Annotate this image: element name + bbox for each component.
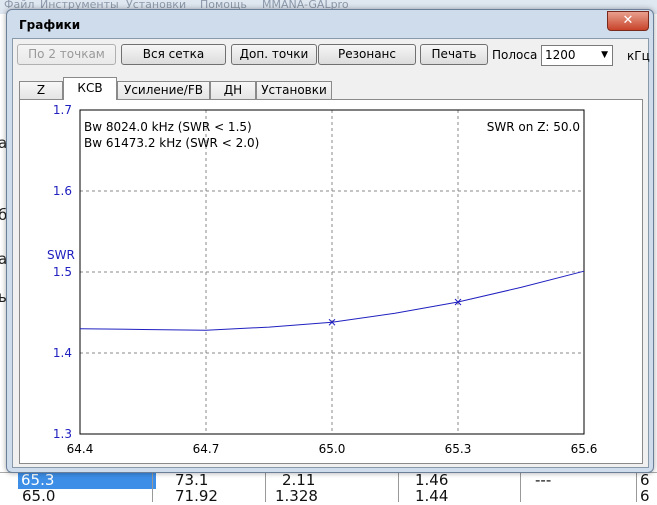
data-markers <box>328 298 462 326</box>
y-tick-label: 1.7 <box>53 103 72 117</box>
tab-gain-fb[interactable]: Усиление/FB <box>117 81 210 99</box>
close-button[interactable]: ✕ <box>607 11 649 31</box>
table-divider <box>152 472 153 502</box>
tab-settings[interactable]: Установки <box>256 81 332 99</box>
y-tick-label: 1.5 <box>53 265 72 279</box>
print-button[interactable]: Печать <box>420 44 488 65</box>
table-cell: 1.328 <box>275 487 318 505</box>
tab-strip: Z КСВ Усиление/FB ДН Установки <box>19 77 639 100</box>
tab-panel: 64.4 64.7 65.0 65.3 65.6 1.3 1.4 1.5 1.6 1.7 SWR … <box>19 99 643 464</box>
table-divider <box>520 472 521 502</box>
graphs-dialog: Графики ✕ По 2 точкам Вся сетка Доп. точ… <box>6 9 654 473</box>
y-tick-label: 1.3 <box>53 427 72 441</box>
table-cell: 71.92 <box>175 487 218 505</box>
resonance-button[interactable]: Резонанс <box>318 44 416 65</box>
dialog-client: По 2 точкам Вся сетка Доп. точки Резонан… <box>12 38 650 468</box>
dialog-title: Графики <box>19 18 81 32</box>
annotation-swr-on-z: SWR on Z: 50.0 <box>487 120 580 134</box>
table-cell: 1.44 <box>415 487 449 505</box>
full-grid-button[interactable]: Вся сетка <box>121 44 226 65</box>
band-label: Полоса <box>492 48 538 62</box>
annotation-bw-1.5: Bw 8024.0 kHz (SWR < 1.5) <box>84 120 252 134</box>
chevron-down-icon: ▼ <box>601 50 608 60</box>
table-divider <box>265 472 266 502</box>
tick-labels: 64.4 64.7 65.0 65.3 65.6 1.3 1.4 1.5 1.6 1.7 <box>53 103 597 456</box>
dialog-titlebar[interactable]: Графики ✕ <box>7 10 653 38</box>
swr-chart: 64.4 64.7 65.0 65.3 65.6 1.3 1.4 1.5 1.6 1.7 SWR … <box>47 103 597 456</box>
band-select[interactable]: 1200 ▼ <box>541 45 613 66</box>
two-points-button[interactable]: По 2 точкам <box>17 44 116 65</box>
y-tick-label: 1.6 <box>53 184 72 198</box>
table-cell: 65.0 <box>22 487 56 505</box>
x-tick-label: 65.3 <box>445 442 472 456</box>
annotation-bw-2.0: Bw 61473.2 kHz (SWR < 2.0) <box>84 136 259 150</box>
chart-grid <box>80 110 584 434</box>
y-axis-label: SWR <box>47 248 75 262</box>
tab-pattern[interactable]: ДН <box>210 81 256 99</box>
table-divider <box>636 472 637 502</box>
extra-points-button[interactable]: Доп. точки <box>231 44 317 65</box>
tab-z[interactable]: Z <box>19 81 63 99</box>
table-divider <box>398 472 399 502</box>
x-tick-label: 64.7 <box>193 442 220 456</box>
table-cell: --- <box>535 471 552 489</box>
table-row: 65.3 73.1 2.11 1.46 --- 6 <box>0 471 657 489</box>
tab-swr[interactable]: КСВ <box>63 77 117 100</box>
x-tick-label: 65.0 <box>319 442 346 456</box>
close-icon: ✕ <box>622 13 634 28</box>
y-tick-label: 1.4 <box>53 346 72 360</box>
background-table: 65.3 73.1 2.11 1.46 --- 6 65.0 71.92 1.3… <box>0 471 657 505</box>
x-tick-label: 64.4 <box>67 442 94 456</box>
toolbar: По 2 точкам Вся сетка Доп. точки Резонан… <box>13 39 650 73</box>
band-value: 1200 <box>545 48 576 62</box>
x-tick-label: 65.6 <box>571 442 598 456</box>
table-cell: 6 <box>640 487 650 505</box>
band-unit: кГц <box>627 49 650 63</box>
